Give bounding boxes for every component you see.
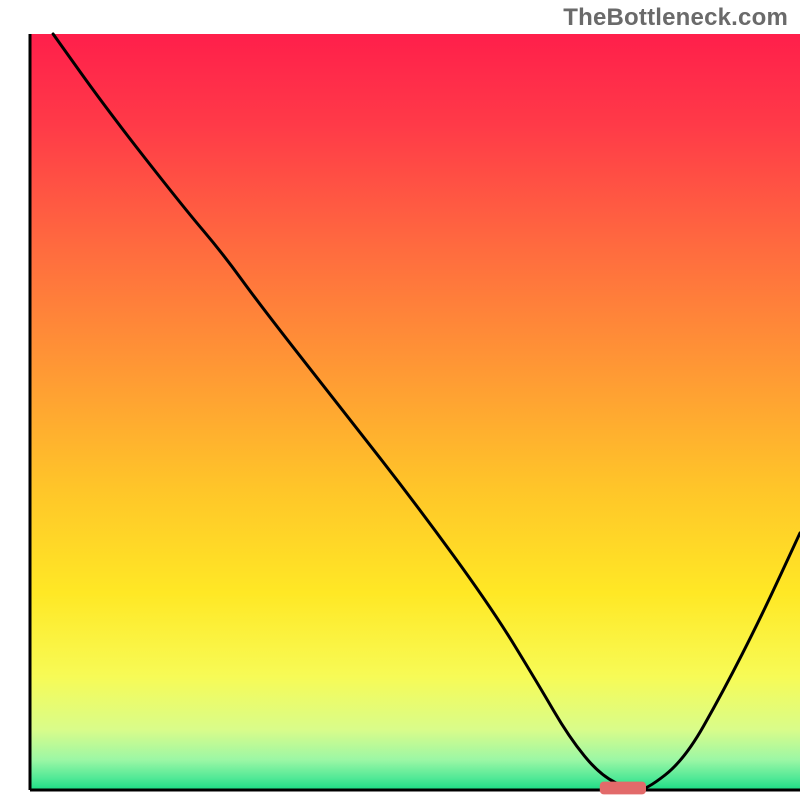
optimal-range-marker <box>600 782 646 795</box>
plot-background <box>30 34 800 790</box>
bottleneck-chart <box>0 0 800 800</box>
chart-frame: TheBottleneck.com <box>0 0 800 800</box>
